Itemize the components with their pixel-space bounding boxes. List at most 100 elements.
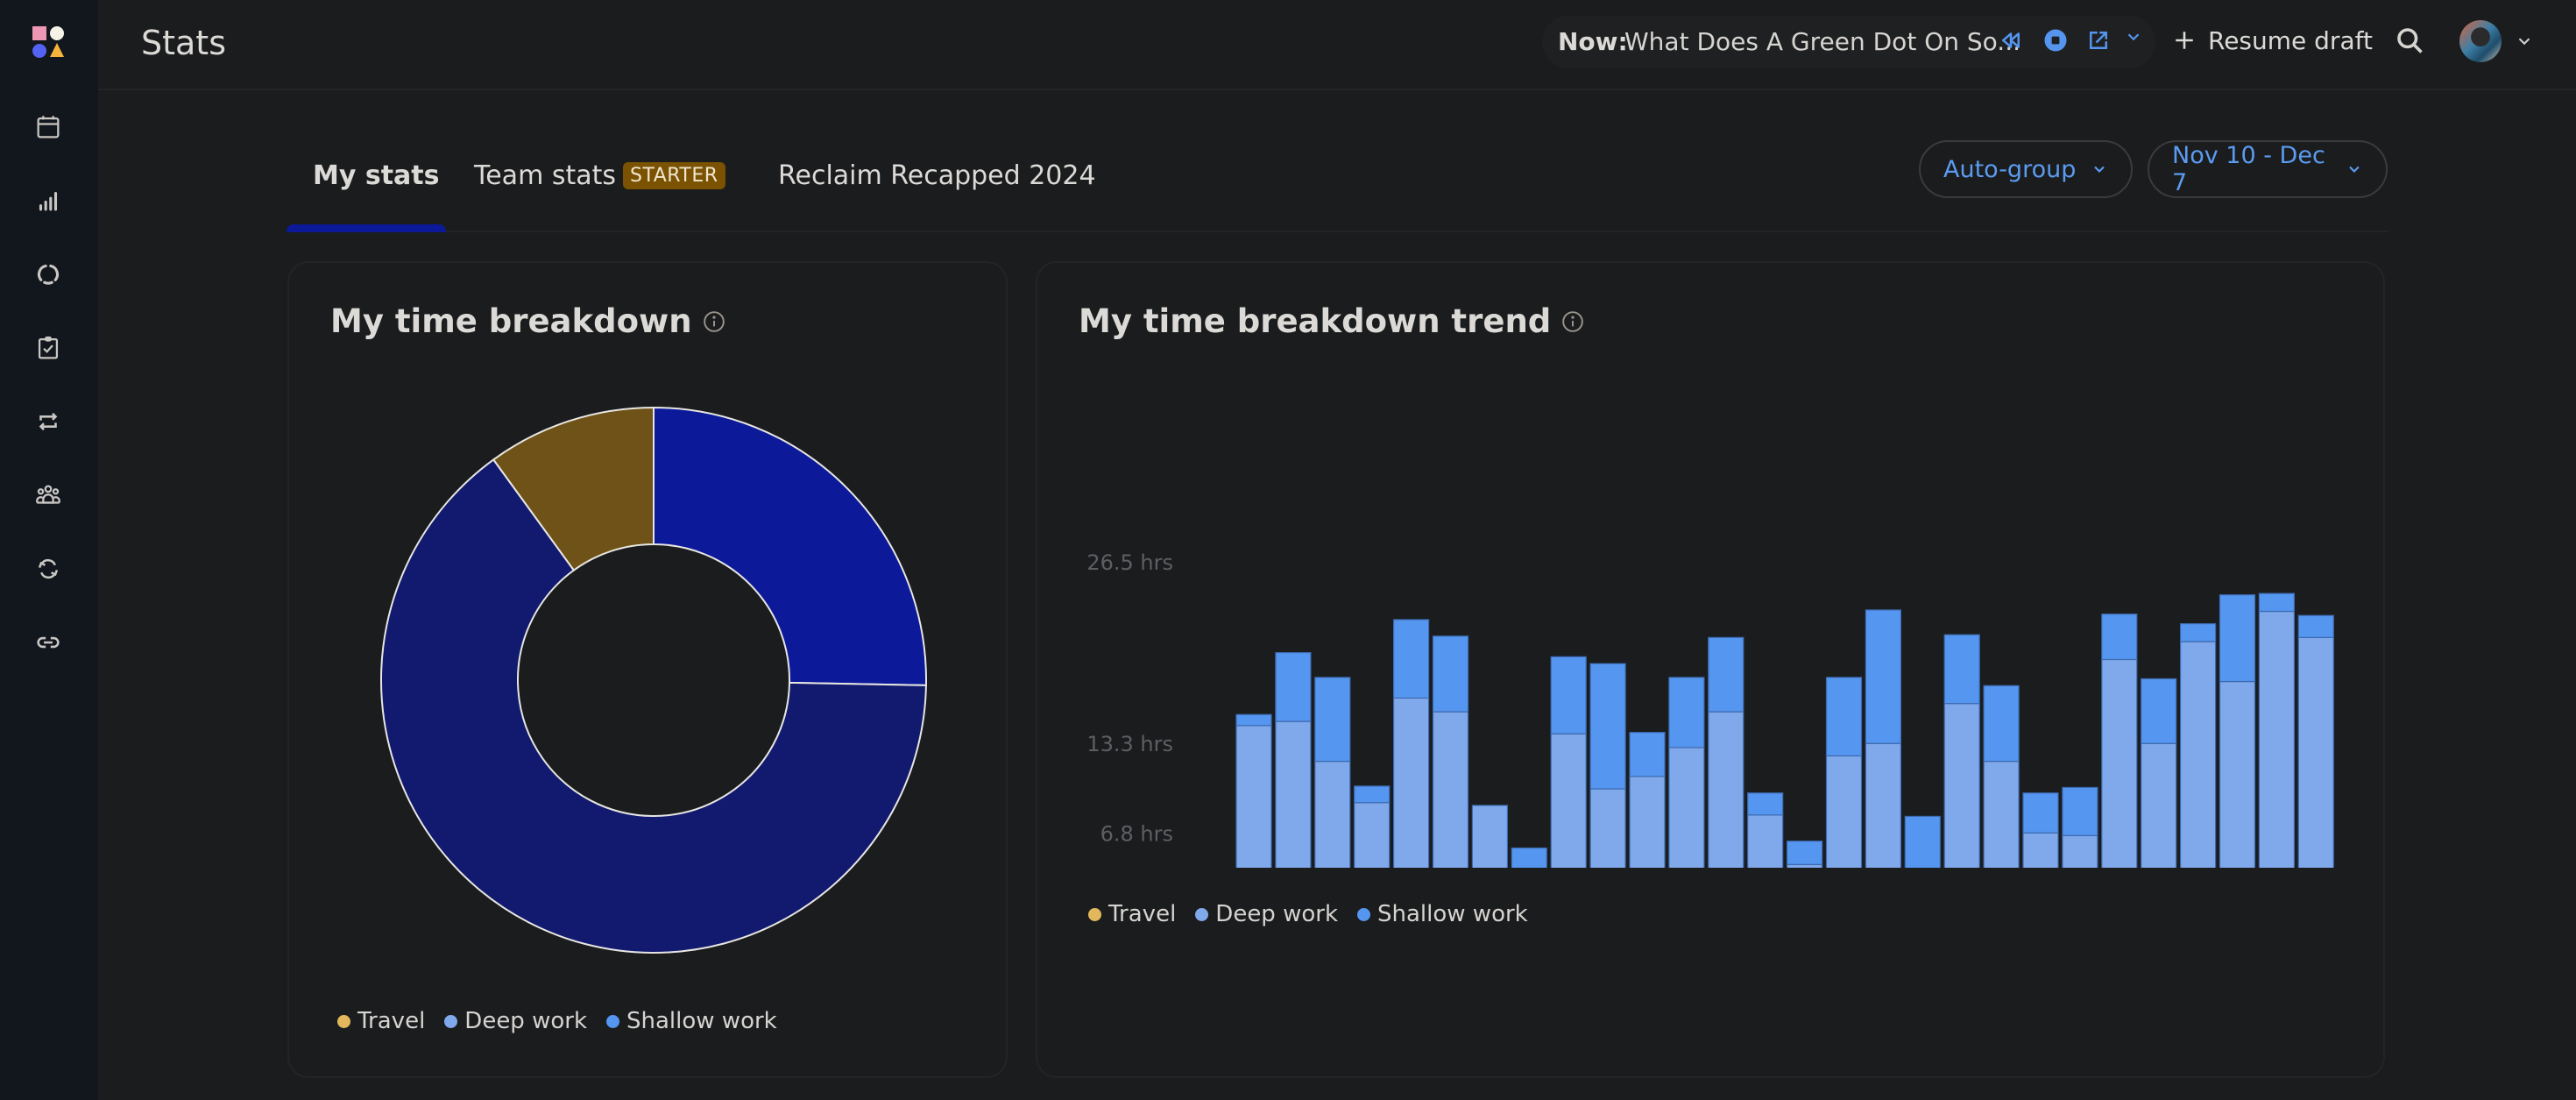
tab-my-stats[interactable]: My stats [313,160,440,191]
bar-segment-deep-work[interactable] [2179,641,2217,868]
rewind-icon[interactable] [1998,27,2024,53]
bar-segment-shallow-work[interactable] [2022,792,2059,834]
bar-segment-shallow-work[interactable] [2179,623,2217,642]
bar-group[interactable] [1904,815,1941,868]
external-link-icon[interactable] [2085,27,2112,53]
bar-segment-deep-work[interactable] [1825,755,1863,868]
bar-group[interactable] [2062,786,2098,868]
bar-segment-deep-work[interactable] [1865,742,1902,868]
bar-group[interactable] [1825,677,1863,868]
legend-item-deep-work[interactable]: Deep work [1195,901,1338,927]
bar-segment-deep-work[interactable] [1354,802,1391,868]
bar-group[interactable] [1471,805,1508,868]
grouping-dropdown[interactable]: Auto-group [1919,140,2133,198]
bar-group[interactable] [1668,677,1705,868]
bar-group[interactable] [2022,792,2059,868]
bar-segment-shallow-work[interactable] [1393,619,1430,699]
link-icon[interactable] [33,628,63,657]
bar-group[interactable] [2101,614,2138,868]
bar-segment-shallow-work[interactable] [1550,656,1587,735]
bar-segment-shallow-work[interactable] [1511,847,1547,868]
bar-group[interactable] [1550,656,1587,868]
bar-segment-shallow-work[interactable] [1354,785,1391,804]
bar-segment-shallow-work[interactable] [1904,815,1941,868]
bar-segment-deep-work[interactable] [1983,761,2020,868]
bar-group[interactable] [2179,623,2217,868]
bar-segment-shallow-work[interactable] [2062,786,2098,836]
bar-chart-icon[interactable] [33,186,63,216]
bar-group[interactable] [1629,732,1666,868]
search-icon[interactable] [2394,25,2425,56]
bar-segment-deep-work[interactable] [1393,697,1430,868]
bar-segment-deep-work[interactable] [1629,776,1666,868]
bar-segment-deep-work[interactable] [1314,761,1351,868]
bar-segment-shallow-work[interactable] [1235,713,1272,727]
bar-segment-shallow-work[interactable] [1275,652,1312,722]
donut-slice-shallow-work[interactable] [653,406,927,686]
legend-item-shallow-work[interactable]: Shallow work [606,1008,777,1034]
legend-item-travel[interactable]: Travel [1088,901,1176,927]
tab-reclaim-recapped[interactable]: Reclaim Recapped 2024 [778,160,1096,191]
info-icon[interactable] [703,310,725,333]
bar-segment-deep-work[interactable] [1471,805,1508,868]
bar-group[interactable] [1747,792,1784,868]
bar-group[interactable] [1786,841,1823,868]
bar-group[interactable] [1511,847,1547,868]
legend-item-shallow-work[interactable]: Shallow work [1357,901,1528,927]
bar-segment-shallow-work[interactable] [1708,636,1744,713]
bar-group[interactable] [1393,619,1430,868]
bar-segment-deep-work[interactable] [2101,658,2138,868]
bar-group[interactable] [1275,652,1312,868]
tab-team-stats[interactable]: Team stats STARTER [474,160,725,191]
bar-segment-shallow-work[interactable] [2141,678,2177,744]
repeat-icon[interactable] [33,407,63,436]
bar-segment-shallow-work[interactable] [1747,792,1784,816]
bar-segment-shallow-work[interactable] [1786,841,1823,865]
chevron-down-icon[interactable] [2124,27,2143,53]
bar-segment-shallow-work[interactable] [2297,614,2334,638]
bar-segment-deep-work[interactable] [1235,725,1272,868]
bar-segment-shallow-work[interactable] [1589,663,1626,790]
info-icon[interactable] [1561,310,1584,333]
bar-group[interactable] [2141,678,2177,868]
bar-group[interactable] [1235,713,1272,868]
bar-segment-deep-work[interactable] [2141,742,2177,868]
stop-icon[interactable] [2042,27,2069,53]
bar-segment-deep-work[interactable] [1668,747,1705,868]
bar-group[interactable] [2258,593,2296,868]
bar-group[interactable] [1314,677,1351,868]
bar-segment-deep-work[interactable] [1432,711,1469,868]
bar-segment-deep-work[interactable] [1550,733,1587,868]
bar-segment-shallow-work[interactable] [2258,593,2296,613]
bar-segment-deep-work[interactable] [1943,703,1980,868]
circle-dashed-icon[interactable] [33,259,63,289]
account-chevron-down-icon[interactable] [2515,32,2534,51]
reclaim-logo[interactable] [32,26,64,58]
bar-segment-deep-work[interactable] [1747,814,1784,868]
bar-group[interactable] [1943,634,1980,868]
bar-segment-deep-work[interactable] [2022,832,2059,868]
bar-segment-deep-work[interactable] [1275,720,1312,868]
bar-segment-shallow-work[interactable] [1943,634,1980,705]
resume-draft-button[interactable]: Resume draft [2173,23,2373,58]
bar-group[interactable] [1983,685,2020,868]
bar-group[interactable] [1589,663,1626,868]
bar-segment-shallow-work[interactable] [1314,677,1351,763]
bar-segment-deep-work[interactable] [2219,680,2256,868]
bar-segment-deep-work[interactable] [1708,711,1744,868]
legend-item-travel[interactable]: Travel [337,1008,425,1034]
bar-segment-deep-work[interactable] [1589,788,1626,868]
bar-segment-shallow-work[interactable] [1983,685,2020,763]
bar-segment-shallow-work[interactable] [1432,635,1469,713]
bar-segment-shallow-work[interactable] [1865,609,1902,744]
now-event-title[interactable]: What Does A Green Dot On So... [1624,27,2020,56]
bar-segment-deep-work[interactable] [2297,636,2334,868]
avatar[interactable] [2459,20,2502,62]
date-range-dropdown[interactable]: Nov 10 - Dec 7 [2148,140,2388,198]
clipboard-check-icon[interactable] [33,333,63,363]
bar-group[interactable] [1354,785,1391,868]
bar-segment-shallow-work[interactable] [2101,614,2138,661]
bar-segment-shallow-work[interactable] [2219,594,2256,683]
bar-segment-deep-work[interactable] [2062,834,2098,868]
users-icon[interactable] [33,480,63,510]
